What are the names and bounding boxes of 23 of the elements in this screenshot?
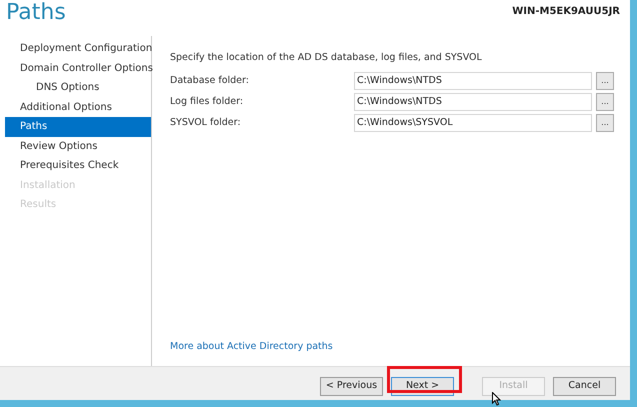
folder-path-field[interactable]: C:\Windows\NTDS	[354, 92, 592, 111]
sidebar-item[interactable]: Deployment Configuration	[5, 39, 151, 58]
browse-button[interactable]: ...	[596, 114, 614, 132]
sidebar-item[interactable]: Paths	[5, 117, 151, 136]
sidebar-item[interactable]: Domain Controller Options	[5, 58, 151, 78]
sidebar-item[interactable]: Review Options	[5, 136, 151, 156]
target-server-name: WIN-M5EK9AUU5JR	[512, 5, 620, 19]
sidebar-item[interactable]: DNS Options	[5, 78, 151, 98]
sidebar-item[interactable]: Additional Options	[5, 98, 151, 117]
browse-button[interactable]: ...	[596, 72, 614, 90]
field-label: Log files folder:	[170, 94, 244, 109]
instruction-text: Specify the location of the AD DS database, log files, and SYSVOL	[170, 51, 483, 65]
wizard-button[interactable]: Cancel	[553, 376, 616, 396]
folder-path-field[interactable]: C:\Windows\NTDS	[354, 72, 592, 90]
folder-path-field[interactable]: C:\Windows\SYSVOL	[354, 114, 592, 132]
help-link[interactable]: More about Active Directory paths	[170, 340, 333, 354]
mouse-pointer-icon	[492, 392, 501, 406]
page-title: Paths	[6, 0, 66, 26]
field-label: SYSVOL folder:	[170, 116, 242, 130]
wizard-button[interactable]: < Previous	[320, 376, 383, 396]
browse-button[interactable]: ...	[596, 92, 614, 111]
sidebar-item[interactable]: Prerequisites Check	[5, 156, 151, 176]
field-label: Database folder:	[170, 74, 250, 88]
